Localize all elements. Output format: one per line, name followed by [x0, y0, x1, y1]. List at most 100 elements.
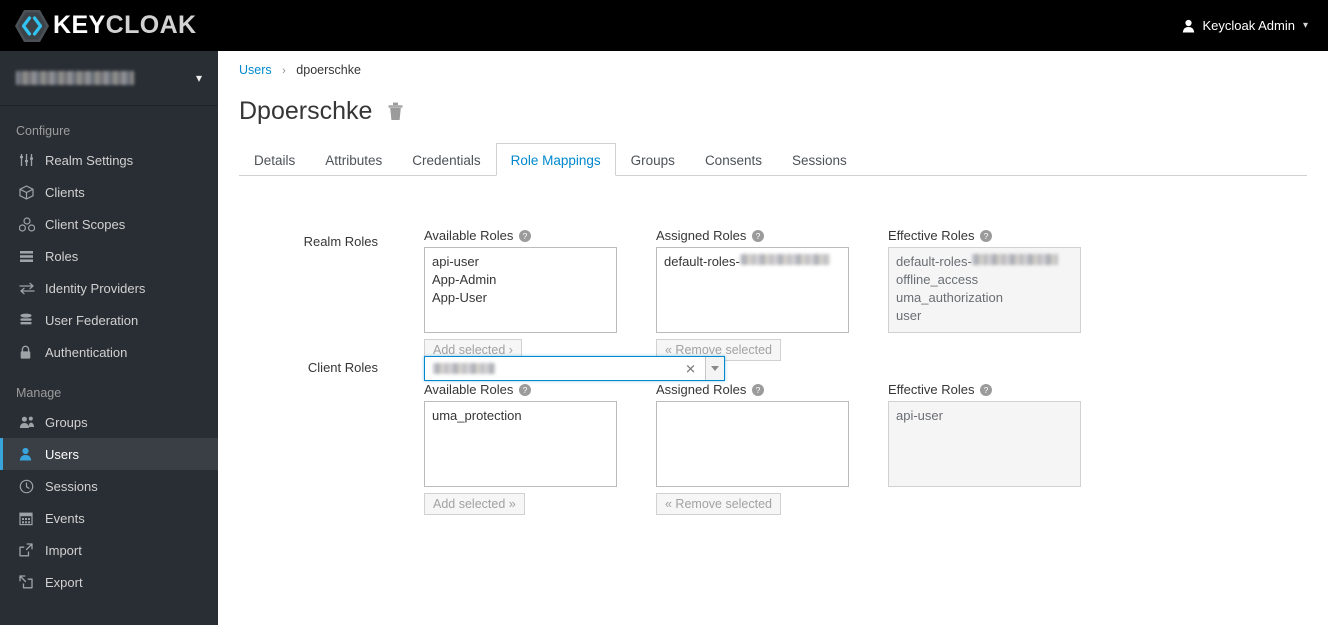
- realm-effective-roles-label: Effective Roles ?: [888, 228, 1081, 243]
- help-circle-icon[interactable]: ?: [980, 229, 993, 242]
- sidebar-item-roles[interactable]: Roles: [0, 240, 218, 272]
- realm-roles-row: Realm Roles Available Roles ? api-user A…: [218, 192, 1328, 361]
- sidebar-item-realm-settings[interactable]: Realm Settings: [0, 144, 218, 176]
- label-text: Assigned Roles: [656, 382, 747, 397]
- breadcrumb-link-users[interactable]: Users: [239, 63, 272, 77]
- list-bars-icon: [19, 250, 45, 263]
- sidebar-item-export[interactable]: Export: [0, 566, 218, 598]
- sidebar-item-label: Events: [45, 510, 85, 526]
- sidebar-item-label: Clients: [45, 184, 85, 200]
- realm-available-roles-listbox[interactable]: api-user App-Admin App-User: [424, 247, 617, 333]
- sidebar-item-label: Realm Settings: [45, 152, 134, 168]
- list-item[interactable]: App-User: [432, 289, 609, 307]
- sidebar-item-events[interactable]: Events: [0, 502, 218, 534]
- help-circle-icon[interactable]: ?: [752, 383, 765, 396]
- masthead: KEYCLOAK Keycloak Admin ▾: [0, 0, 1328, 51]
- realm-assigned-roles-listbox[interactable]: default-roles-: [656, 247, 849, 333]
- help-circle-icon[interactable]: ?: [519, 383, 532, 396]
- client-effective-roles-label: Effective Roles ?: [888, 382, 1081, 397]
- sidebar-item-label: User Federation: [45, 312, 139, 328]
- sidebar-item-clients[interactable]: Clients: [0, 176, 218, 208]
- calendar-icon: [19, 511, 45, 526]
- sidebar-item-label: Client Scopes: [45, 216, 126, 232]
- tab-sessions[interactable]: Sessions: [777, 143, 862, 176]
- realm-available-roles-label: Available Roles ?: [424, 228, 617, 243]
- user-icon: [19, 447, 45, 461]
- keycloak-hexagon-logo-icon: [12, 6, 52, 46]
- nav-group-title-configure: Configure: [16, 124, 71, 138]
- list-item: user: [896, 308, 922, 323]
- tab-details[interactable]: Details: [239, 143, 310, 176]
- list-item[interactable]: api-user: [432, 253, 609, 271]
- list-item: api-user: [896, 408, 943, 423]
- sliders-icon: [19, 153, 45, 167]
- client-effective-roles-listbox: api-user: [888, 401, 1081, 487]
- tab-role-mappings[interactable]: Role Mappings: [495, 143, 616, 176]
- client-remove-selected-button[interactable]: « Remove selected: [656, 493, 782, 515]
- sidebar-item-sessions[interactable]: Sessions: [0, 470, 218, 502]
- trash-icon[interactable]: [387, 102, 404, 121]
- role-mappings-form: Realm Roles Available Roles ? api-user A…: [218, 176, 1328, 556]
- sidebar-item-label: Import: [45, 542, 82, 558]
- sidebar-item-groups[interactable]: Groups: [0, 406, 218, 438]
- sidebar-item-label: Roles: [45, 248, 79, 264]
- cube-icon: [19, 184, 45, 200]
- brand-cloak: CLOAK: [105, 11, 197, 39]
- tabs: Details Attributes Credentials Role Mapp…: [239, 142, 1307, 176]
- svg-text:?: ?: [523, 231, 528, 241]
- client-add-selected-button[interactable]: Add selected »: [424, 493, 525, 515]
- redacted-realm-suffix: [971, 254, 1058, 265]
- brand-title: KEYCLOAK: [53, 11, 197, 40]
- list-item: default-roles-: [896, 253, 1073, 271]
- sidebar-item-import[interactable]: Import: [0, 534, 218, 566]
- help-circle-icon[interactable]: ?: [519, 229, 532, 242]
- client-select[interactable]: ✕: [424, 356, 725, 381]
- realm-selector[interactable]: ▾: [0, 51, 218, 106]
- sidebar-item-label: Export: [45, 574, 83, 590]
- database-icon: [19, 313, 45, 328]
- list-item: uma_authorization: [896, 290, 1003, 305]
- exchange-arrows-icon: [19, 282, 45, 295]
- sidebar-item-users[interactable]: Users: [0, 438, 218, 470]
- clock-icon: [19, 479, 45, 494]
- sidebar: ▾ Configure Realm Settings Clients Clien…: [0, 51, 218, 625]
- realm-roles-label: Realm Roles: [303, 234, 378, 249]
- sidebar-item-identity-providers[interactable]: Identity Providers: [0, 272, 218, 304]
- client-assigned-roles-label: Assigned Roles ?: [656, 382, 849, 397]
- caret-down-icon[interactable]: [705, 357, 724, 380]
- tab-groups[interactable]: Groups: [616, 143, 690, 176]
- sidebar-item-user-federation[interactable]: User Federation: [0, 304, 218, 336]
- label-text: Assigned Roles: [656, 228, 747, 243]
- tab-credentials[interactable]: Credentials: [397, 143, 495, 176]
- list-item-text: default-roles-: [664, 254, 740, 269]
- close-x-icon[interactable]: ✕: [685, 362, 696, 375]
- export-arrow-icon: [19, 575, 45, 589]
- list-item-text: default-roles-: [896, 254, 972, 269]
- svg-text:?: ?: [756, 231, 761, 241]
- brand-logo[interactable]: KEYCLOAK: [0, 6, 197, 46]
- sidebar-item-label: Sessions: [45, 478, 98, 494]
- brand-key: KEY: [53, 11, 106, 39]
- lock-icon: [19, 345, 45, 360]
- realm-assigned-roles-label: Assigned Roles ?: [656, 228, 849, 243]
- list-item[interactable]: uma_protection: [432, 407, 609, 425]
- list-item[interactable]: App-Admin: [432, 271, 609, 289]
- tab-attributes[interactable]: Attributes: [310, 143, 397, 176]
- sidebar-item-client-scopes[interactable]: Client Scopes: [0, 208, 218, 240]
- client-available-roles-listbox[interactable]: uma_protection: [424, 401, 617, 487]
- chevron-down-icon: ▾: [1302, 20, 1308, 31]
- list-item: offline_access: [896, 272, 979, 287]
- users-icon: [19, 415, 45, 429]
- nav-group-title-manage: Manage: [16, 386, 62, 400]
- sidebar-item-label: Groups: [45, 414, 88, 430]
- label-text: Available Roles: [424, 228, 514, 243]
- page-title-row: Dpoerschke: [218, 77, 1328, 124]
- help-circle-icon[interactable]: ?: [752, 229, 765, 242]
- sidebar-item-authentication[interactable]: Authentication: [0, 336, 218, 368]
- list-item[interactable]: default-roles-: [664, 253, 841, 271]
- client-roles-row: Client Roles ✕ Available Roles ? uma_pro…: [218, 356, 1328, 556]
- client-assigned-roles-listbox[interactable]: [656, 401, 849, 487]
- help-circle-icon[interactable]: ?: [980, 383, 993, 396]
- user-menu[interactable]: Keycloak Admin ▾: [1182, 18, 1328, 33]
- tab-consents[interactable]: Consents: [690, 143, 777, 176]
